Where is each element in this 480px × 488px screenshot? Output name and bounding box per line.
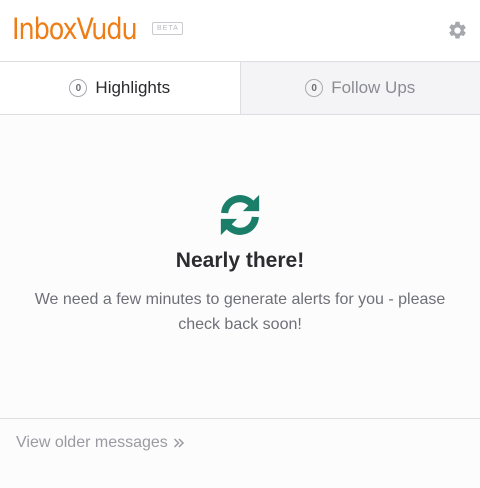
- footer: View older messages: [0, 418, 480, 488]
- empty-state-message: We need a few minutes to generate alerts…: [34, 291, 446, 333]
- tab-highlights[interactable]: 0 Highlights: [0, 62, 240, 114]
- empty-state: Nearly there! We need a few minutes to g…: [0, 115, 480, 418]
- view-older-messages-link[interactable]: View older messages: [16, 434, 185, 452]
- tab-follow-ups[interactable]: 0 Follow Ups: [239, 62, 480, 114]
- tab-bar: 0 Highlights 0 Follow Ups: [0, 62, 480, 115]
- highlights-count-badge: 0: [69, 79, 88, 97]
- empty-state-title: Nearly there!: [175, 249, 305, 272]
- double-chevron-right-icon: [173, 438, 184, 448]
- tab-follow-ups-label: Follow Ups: [331, 78, 416, 97]
- sync-icon: [220, 194, 260, 236]
- tab-highlights-label: Highlights: [95, 78, 171, 97]
- header: InboxVudu BETA: [0, 0, 480, 62]
- follow-ups-count-badge: 0: [305, 79, 324, 97]
- logo-text: InboxVudu: [12, 12, 138, 46]
- logo: InboxVudu BETA: [12, 11, 183, 47]
- beta-badge: BETA: [152, 22, 183, 35]
- gear-icon[interactable]: [447, 20, 468, 41]
- inboxvudu-panel: InboxVudu BETA 0 Highlights 0 Follow Ups…: [0, 0, 480, 488]
- view-older-messages-label: View older messages: [16, 434, 168, 451]
